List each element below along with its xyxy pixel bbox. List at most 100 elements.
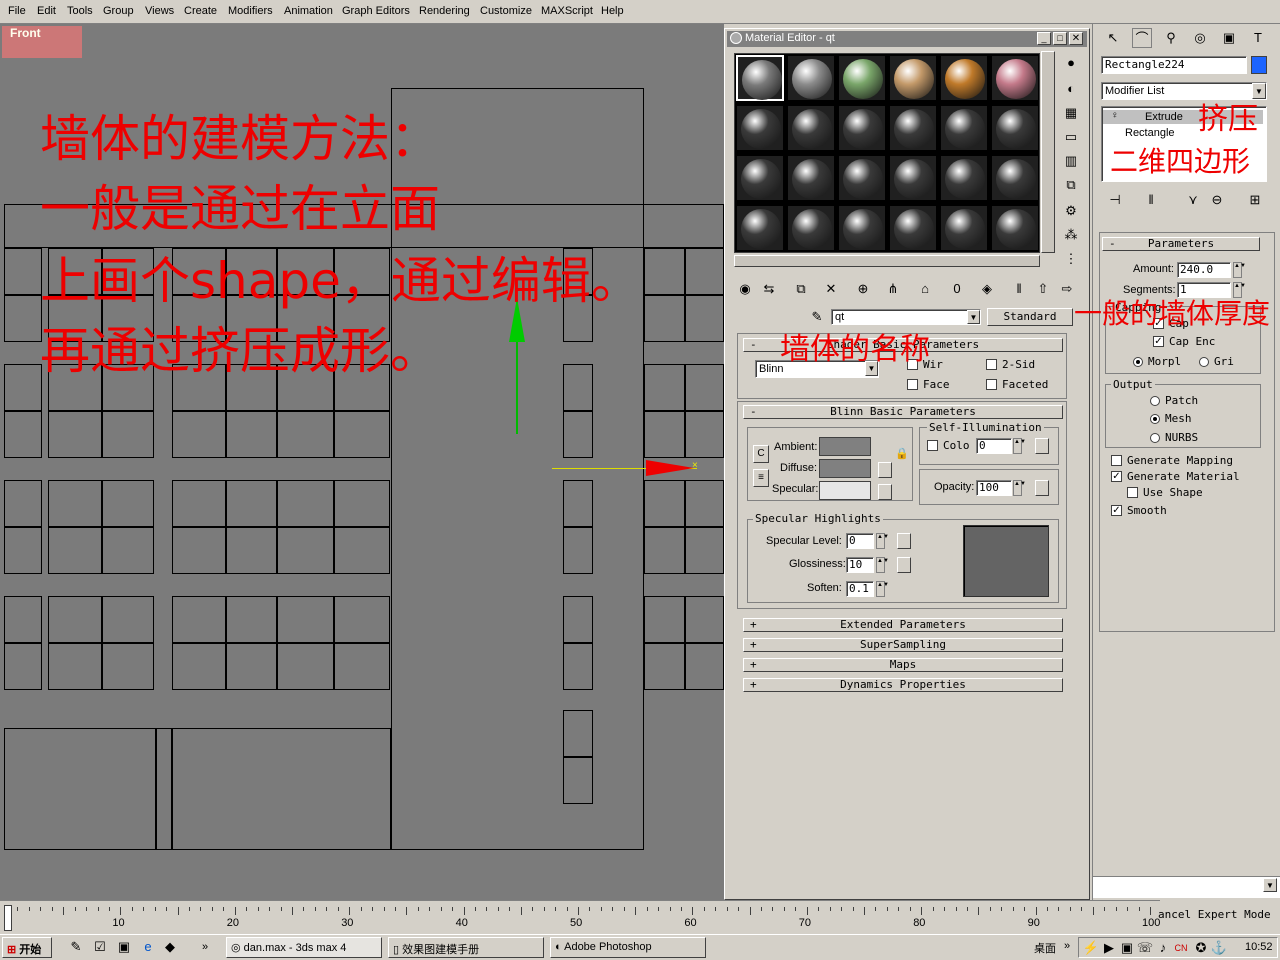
task-manual[interactable]: ▯ 效果图建模手册 — [388, 937, 544, 958]
amount-value[interactable]: 240.0 — [1177, 262, 1231, 278]
spec-level-map-button[interactable] — [897, 533, 911, 549]
gen-mapping-checkbox[interactable] — [1111, 455, 1122, 466]
material-slot[interactable] — [787, 205, 835, 251]
faceted-checkbox[interactable] — [986, 379, 997, 390]
options-icon[interactable]: ⚙ — [1061, 201, 1081, 221]
gen-material-checkbox[interactable]: ✓ — [1111, 471, 1122, 482]
quicklaunch-icon-2[interactable]: ☑ — [90, 937, 110, 957]
get-material-icon[interactable]: ◉ — [735, 279, 755, 299]
slots-scrollbar[interactable] — [1041, 51, 1055, 253]
material-slot[interactable] — [787, 105, 835, 151]
smooth-checkbox[interactable]: ✓ — [1111, 505, 1122, 516]
make-unique-icon[interactable]: ⋎ — [1183, 190, 1203, 210]
blinn-rollout-header[interactable]: - Blinn Basic Parameters — [743, 405, 1063, 419]
glossiness-spinner[interactable]: ▲▼ — [876, 557, 889, 573]
menu-group[interactable]: Group — [103, 5, 134, 17]
quicklaunch-icon-5[interactable]: ◆ — [160, 937, 180, 957]
opacity-spinner[interactable]: ▲▼ — [1013, 480, 1026, 496]
utilities-tab-icon[interactable]: T — [1248, 28, 1268, 48]
start-button[interactable]: ⊞ 开始 — [2, 937, 52, 958]
motion-tab-icon[interactable]: ◎ — [1190, 28, 1210, 48]
material-slot[interactable] — [940, 55, 988, 101]
material-slot[interactable] — [991, 55, 1039, 101]
menu-maxscript[interactable]: MAXScript — [541, 5, 593, 17]
material-slot[interactable] — [991, 205, 1039, 251]
spec-level-value[interactable]: 0 — [846, 533, 874, 549]
material-type-button[interactable]: Standard — [987, 308, 1073, 326]
timeline-bar[interactable]: 10 20 30 40 50 60 70 80 90 100 — [0, 900, 1160, 934]
make-copy-icon[interactable]: ⊕ — [853, 279, 873, 299]
task-3dsmax[interactable]: ◎ dan.max - 3ds max 4 — [226, 937, 382, 958]
material-slot[interactable] — [736, 55, 784, 101]
background-icon[interactable]: ▦ — [1061, 103, 1081, 123]
pin-stack-icon[interactable]: ⊣ — [1105, 190, 1125, 210]
object-name-field[interactable]: Rectangle224 — [1101, 56, 1247, 74]
make-preview-icon[interactable]: ⧉ — [1061, 175, 1081, 195]
patch-radio[interactable] — [1150, 396, 1160, 406]
time-slider[interactable] — [4, 905, 12, 931]
use-shape-checkbox[interactable] — [1127, 487, 1138, 498]
go-parent-icon[interactable]: ⇧ — [1033, 279, 1053, 299]
material-slot[interactable] — [940, 105, 988, 151]
menu-file[interactable]: File — [8, 5, 26, 17]
material-slot[interactable] — [838, 105, 886, 151]
material-slot[interactable] — [889, 105, 937, 151]
material-name-field[interactable]: qt — [831, 309, 981, 325]
mesh-radio[interactable] — [1150, 414, 1160, 424]
desktop-toolbar-label[interactable]: 桌面 — [1034, 940, 1056, 956]
material-name-dropdown[interactable]: ▼ — [967, 310, 980, 324]
maps-rollout-header[interactable]: + Maps — [743, 658, 1063, 672]
make-unique-icon[interactable]: ⋔ — [883, 279, 903, 299]
material-slot[interactable] — [736, 105, 784, 151]
show-end-result-icon[interactable]: ‖ — [1141, 190, 1161, 210]
menu-create[interactable]: Create — [184, 5, 217, 17]
material-slot[interactable] — [991, 105, 1039, 151]
diffuse-swatch[interactable] — [819, 459, 871, 478]
lock-ambient-diffuse-button[interactable]: C — [753, 445, 769, 463]
menu-animation[interactable]: Animation — [284, 5, 333, 17]
tray-volume-icon[interactable]: ♪ — [1153, 938, 1173, 958]
tray-icon-2[interactable]: ▶ — [1099, 938, 1119, 958]
sample-type-icon[interactable]: ● — [1061, 53, 1081, 73]
opacity-map-button[interactable] — [1035, 480, 1049, 496]
viewport-label[interactable]: Front — [2, 26, 82, 58]
soften-spinner[interactable]: ▲▼ — [876, 581, 889, 597]
material-slot[interactable] — [889, 155, 937, 201]
dynamics-rollout-header[interactable]: + Dynamics Properties — [743, 678, 1063, 692]
glossiness-value[interactable]: 10 — [846, 557, 874, 573]
menu-views[interactable]: Views — [145, 5, 174, 17]
maximize-button[interactable]: □ — [1053, 32, 1067, 45]
configure-sets-icon[interactable]: ⊞ — [1245, 190, 1265, 210]
specular-map-button[interactable] — [878, 484, 892, 500]
desktop-more[interactable]: » — [1064, 940, 1070, 952]
command-panel-scroll-arrow[interactable]: ▼ — [1263, 878, 1277, 892]
tray-icon-3[interactable]: ▣ — [1117, 938, 1137, 958]
material-slot[interactable] — [991, 155, 1039, 201]
task-photoshop[interactable]: ◐ Adobe Photoshop — [550, 937, 706, 958]
diffuse-map-button[interactable] — [878, 462, 892, 478]
soften-value[interactable]: 0.1 — [846, 581, 874, 597]
extended-rollout-header[interactable]: + Extended Parameters — [743, 618, 1063, 632]
put-library-icon[interactable]: ⌂ — [915, 279, 935, 299]
spec-level-spinner[interactable]: ▲▼ — [876, 533, 889, 549]
material-slot[interactable] — [940, 205, 988, 251]
tray-icon-6[interactable]: ✪ — [1191, 938, 1211, 958]
self-illum-color-checkbox[interactable] — [927, 440, 938, 451]
lock-icon[interactable]: 🔒 — [894, 447, 910, 465]
grid-radio[interactable] — [1199, 357, 1209, 367]
menu-customize[interactable]: Customize — [480, 5, 532, 17]
object-color-swatch[interactable] — [1251, 56, 1267, 74]
reset-icon[interactable]: ✕ — [821, 279, 841, 299]
material-slot[interactable] — [889, 205, 937, 251]
remove-modifier-icon[interactable]: ⊖ — [1207, 190, 1227, 210]
material-slot[interactable] — [838, 155, 886, 201]
material-slot[interactable] — [787, 155, 835, 201]
tray-icon-4[interactable]: ☏ — [1135, 938, 1155, 958]
select-by-material-icon[interactable]: ⁂ — [1061, 225, 1081, 245]
quicklaunch-icon-1[interactable]: ✎ — [66, 937, 86, 957]
material-editor-titlebar[interactable]: Material Editor - qt — [727, 31, 1087, 47]
menu-graph-editors[interactable]: Graph Editors — [342, 5, 410, 17]
ambient-swatch[interactable] — [819, 437, 871, 456]
modify-tab-icon[interactable]: ⌒ — [1132, 28, 1152, 48]
menu-help[interactable]: Help — [601, 5, 624, 17]
